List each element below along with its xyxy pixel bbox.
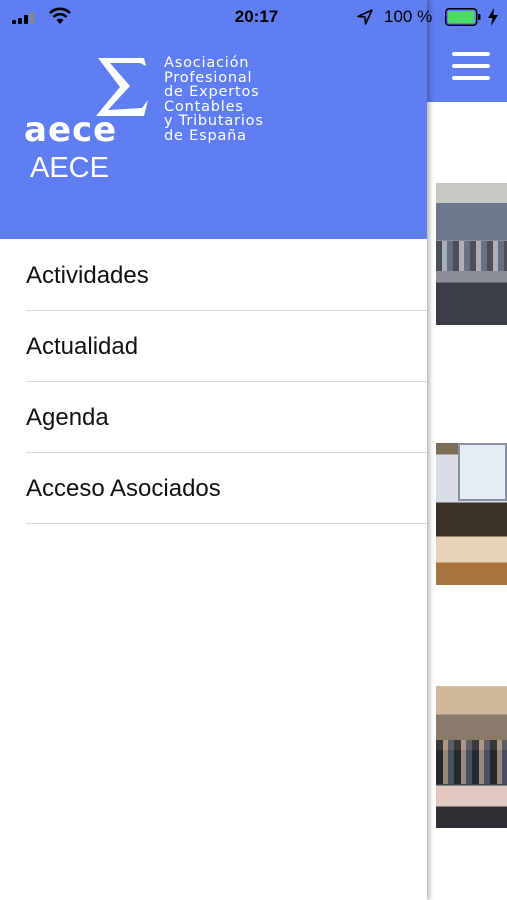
- menu-item-acceso-asociados[interactable]: Acceso Asociados: [26, 453, 427, 524]
- menu-item-agenda[interactable]: Agenda: [26, 382, 427, 453]
- menu-item-actividades[interactable]: Actividades: [26, 240, 427, 311]
- drawer-title: AECE: [30, 152, 109, 184]
- drawer-menu: Actividades Actualidad Agenda Acceso Aso…: [26, 240, 427, 524]
- logo-tagline: Asociación Profesional de Expertos Conta…: [164, 55, 264, 144]
- aece-logo: aece Asociación Profesional de Expertos …: [24, 52, 284, 152]
- status-time: 20:17: [234, 7, 279, 26]
- menu-item-actualidad[interactable]: Actualidad: [26, 311, 427, 382]
- news-thumbnail[interactable]: [436, 183, 507, 325]
- battery-percent: 100 %: [384, 7, 433, 26]
- menu-item-label: Agenda: [26, 404, 109, 431]
- status-bar: 20:17 100 %: [0, 0, 507, 36]
- news-thumbnail[interactable]: [436, 686, 507, 828]
- bolt-icon: [488, 8, 498, 26]
- news-thumbnail[interactable]: [436, 443, 507, 585]
- menu-item-label: Actividades: [26, 262, 149, 289]
- menu-item-label: Acceso Asociados: [26, 475, 221, 502]
- sigma-icon: [96, 58, 148, 116]
- menu-item-label: Actualidad: [26, 333, 139, 360]
- logo-wordmark: aece: [24, 110, 118, 150]
- side-drawer: aece Asociación Profesional de Expertos …: [0, 0, 427, 900]
- location-arrow-icon: [357, 9, 373, 25]
- hamburger-icon[interactable]: [452, 52, 490, 82]
- battery-icon: [445, 8, 481, 26]
